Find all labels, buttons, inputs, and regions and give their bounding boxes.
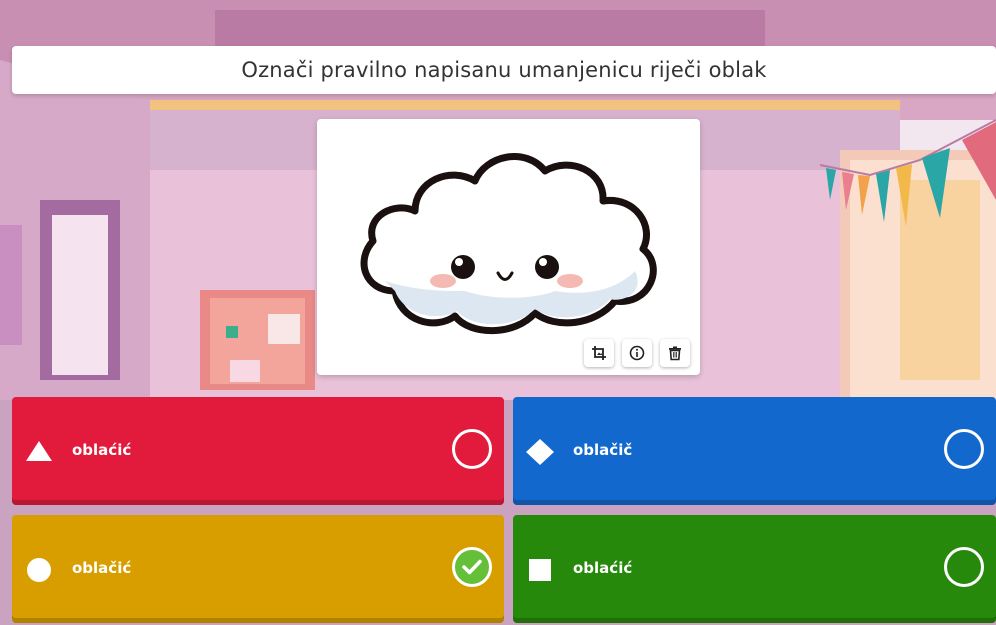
answer-option-1[interactable]: oblaćić (12, 397, 504, 505)
square-icon (529, 559, 551, 581)
answer-label: oblaćić (573, 559, 633, 577)
diamond-icon (526, 439, 554, 465)
answer-label: oblačić (72, 559, 132, 577)
answer-select-circle[interactable] (944, 429, 984, 469)
delete-button[interactable] (660, 339, 690, 367)
answer-select-circle[interactable] (452, 429, 492, 469)
answer-label: oblačič (573, 441, 633, 459)
info-button[interactable] (622, 339, 652, 367)
answer-option-4[interactable]: oblaćić (513, 515, 996, 623)
smiling-cloud-image (355, 141, 665, 345)
answer-label: oblaćić (72, 441, 132, 459)
answer-select-circle[interactable] (944, 547, 984, 587)
checkmark-icon (462, 559, 482, 575)
answer-option-2[interactable]: oblačič (513, 397, 996, 505)
circle-icon (27, 558, 51, 582)
question-text: Označi pravilno napisanu umanjenicu rije… (241, 58, 767, 82)
triangle-icon (26, 441, 52, 461)
trash-icon (669, 346, 681, 361)
info-icon (629, 345, 645, 361)
crop-button[interactable] (584, 339, 614, 367)
question-bar[interactable]: Označi pravilno napisanu umanjenicu rije… (12, 46, 996, 94)
question-image-card (317, 119, 700, 375)
crop-icon (592, 346, 606, 360)
correct-answer-check[interactable] (452, 547, 492, 587)
image-toolbar (584, 339, 690, 367)
answer-option-3[interactable]: oblačić (12, 515, 504, 623)
